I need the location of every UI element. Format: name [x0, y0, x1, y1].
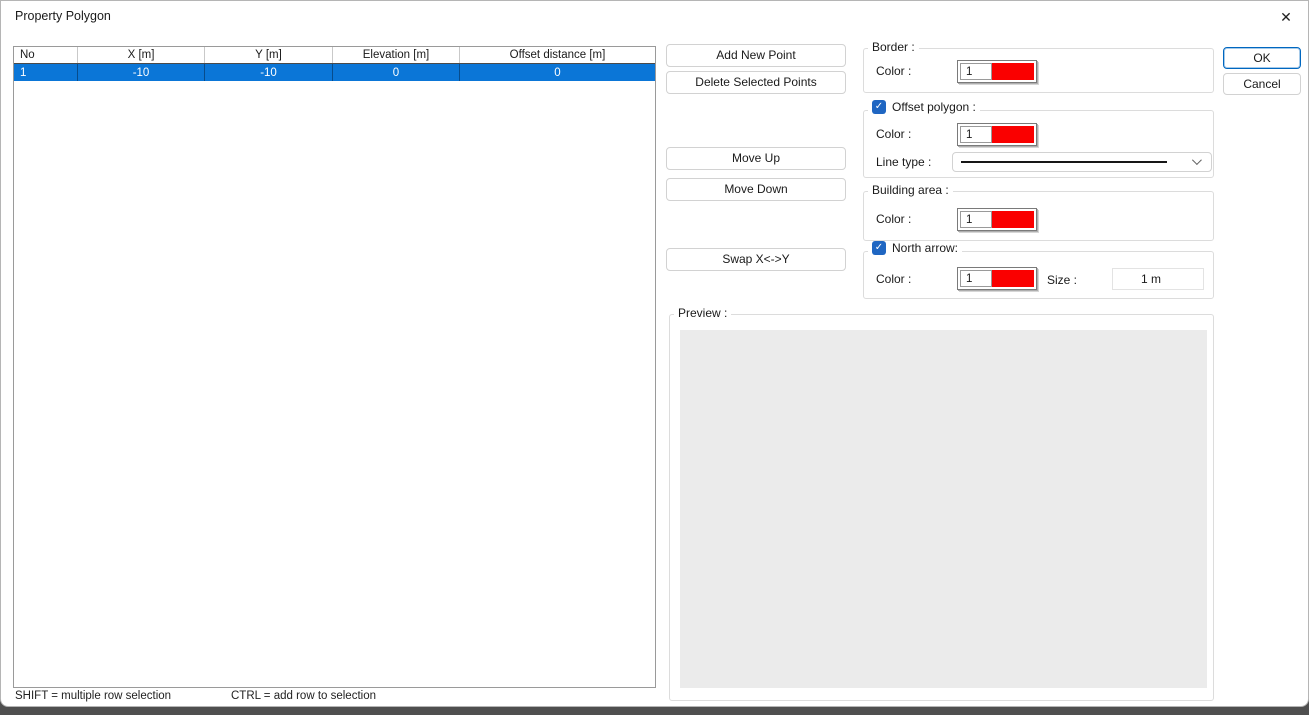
swap-xy-button[interactable]: Swap X<->Y — [666, 248, 846, 271]
building-color-number[interactable]: 1 — [960, 211, 992, 228]
north-arrow-checkbox-row: ✓ North arrow: — [868, 241, 963, 255]
offset-color-picker[interactable]: 1 — [957, 123, 1037, 146]
column-header-offset-distance[interactable]: Offset distance [m] — [459, 47, 655, 63]
cell-y[interactable]: -10 — [204, 64, 332, 81]
cancel-button[interactable]: Cancel — [1223, 73, 1301, 95]
table-row[interactable]: 1 -10 -10 0 0 — [14, 64, 655, 81]
offset-polygon-checkbox-row: ✓ Offset polygon : — [868, 100, 980, 114]
offset-polygon-checkbox[interactable]: ✓ — [872, 100, 886, 114]
border-color-number[interactable]: 1 — [960, 63, 992, 80]
building-area-group: Building area : Color : 1 — [863, 183, 1214, 241]
close-icon[interactable]: ✕ — [1272, 5, 1300, 29]
preview-group-label: Preview : — [674, 306, 732, 320]
building-color-picker[interactable]: 1 — [957, 208, 1037, 231]
points-table[interactable]: No X [m] Y [m] Elevation [m] Offset dist… — [13, 46, 656, 688]
line-type-label: Line type : — [876, 155, 932, 169]
dialog-title: Property Polygon — [15, 9, 111, 23]
border-color-picker[interactable]: 1 — [957, 60, 1037, 83]
chevron-down-icon — [1191, 155, 1202, 166]
north-color-number[interactable]: 1 — [960, 270, 992, 287]
column-header-y[interactable]: Y [m] — [204, 47, 332, 63]
north-color-label: Color : — [876, 272, 912, 286]
north-color-picker[interactable]: 1 — [957, 267, 1037, 290]
building-color-swatch[interactable] — [992, 211, 1034, 228]
preview-canvas — [680, 330, 1207, 688]
solid-line-sample — [961, 161, 1167, 163]
ctrl-selection-hint: CTRL = add row to selection — [231, 690, 376, 702]
checkmark-icon: ✓ — [874, 101, 884, 112]
add-new-point-button[interactable]: Add New Point — [666, 44, 846, 67]
border-color-swatch[interactable] — [992, 63, 1034, 80]
border-group: Border : Color : 1 — [863, 40, 1214, 93]
table-header-row: No X [m] Y [m] Elevation [m] Offset dist… — [14, 47, 655, 64]
cell-x[interactable]: -10 — [77, 64, 204, 81]
size-input[interactable]: 1 m — [1112, 268, 1204, 290]
offset-color-swatch[interactable] — [992, 126, 1034, 143]
move-up-button[interactable]: Move Up — [666, 147, 846, 170]
preview-group: Preview : — [669, 306, 1214, 701]
cell-no[interactable]: 1 — [14, 64, 77, 81]
column-header-elevation[interactable]: Elevation [m] — [332, 47, 459, 63]
title-bar: Property Polygon ✕ — [1, 1, 1308, 33]
ok-button[interactable]: OK — [1223, 47, 1301, 69]
building-area-group-label: Building area : — [868, 183, 953, 197]
checkmark-icon: ✓ — [874, 242, 884, 253]
building-color-label: Color : — [876, 212, 912, 226]
offset-color-number[interactable]: 1 — [960, 126, 992, 143]
column-header-x[interactable]: X [m] — [77, 47, 204, 63]
property-polygon-dialog: Property Polygon ✕ No X [m] Y [m] Elevat… — [0, 0, 1309, 707]
border-group-label: Border : — [868, 40, 919, 54]
column-header-no[interactable]: No — [14, 47, 77, 63]
offset-color-label: Color : — [876, 127, 912, 141]
cell-offset-distance[interactable]: 0 — [459, 64, 655, 81]
delete-selected-points-button[interactable]: Delete Selected Points — [666, 71, 846, 94]
cell-elevation[interactable]: 0 — [332, 64, 459, 81]
shift-selection-hint: SHIFT = multiple row selection — [15, 690, 172, 702]
offset-polygon-label: Offset polygon : — [892, 100, 976, 114]
offset-polygon-group: ✓ Offset polygon : Color : 1 Line type : — [863, 100, 1214, 178]
move-down-button[interactable]: Move Down — [666, 178, 846, 201]
north-color-swatch[interactable] — [992, 270, 1034, 287]
north-arrow-group: ✓ North arrow: Color : 1 Size : 1 m — [863, 241, 1214, 299]
north-arrow-label: North arrow: — [892, 241, 959, 255]
line-type-dropdown[interactable] — [952, 152, 1212, 172]
north-arrow-checkbox[interactable]: ✓ — [872, 241, 886, 255]
border-color-label: Color : — [876, 64, 912, 78]
size-label: Size : — [1047, 273, 1078, 287]
